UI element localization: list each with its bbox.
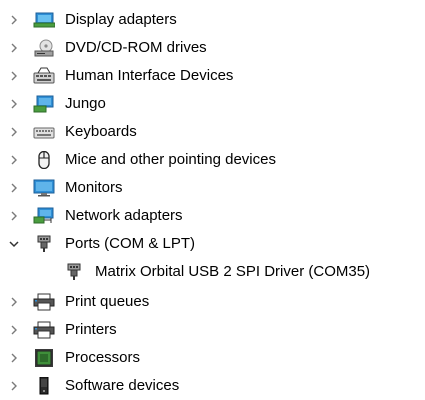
tree-child-item-matrix-orbital[interactable]: Matrix Orbital USB 2 SPI Driver (COM35) — [0, 258, 420, 286]
monitor-icon — [33, 179, 55, 197]
tree-item-label: Print queues — [65, 293, 150, 310]
tree-item-label: Ports (COM & LPT) — [65, 235, 196, 252]
chevron-down-icon[interactable] — [8, 238, 20, 250]
tree-item-software-devices[interactable]: Software devices — [0, 372, 230, 400]
chevron-right-icon[interactable] — [8, 296, 20, 308]
chevron-right-icon[interactable] — [8, 126, 20, 138]
display-adapter-icon — [33, 12, 55, 28]
chevron-right-icon[interactable] — [8, 42, 20, 54]
tree-item-label: Monitors — [65, 179, 123, 196]
software-device-icon — [39, 377, 49, 395]
tree-item-label: Printers — [65, 321, 117, 338]
port-connector-icon — [37, 235, 51, 252]
print-queue-icon — [33, 293, 55, 311]
chevron-right-icon[interactable] — [8, 182, 20, 194]
tree-item-label: Network adapters — [65, 207, 183, 224]
printer-icon — [33, 321, 55, 339]
chevron-right-icon[interactable] — [8, 324, 20, 336]
chevron-right-icon[interactable] — [8, 98, 20, 110]
port-connector-icon — [67, 263, 81, 280]
tree-item-jungo[interactable]: Jungo — [0, 90, 150, 118]
tree-item-label: Software devices — [65, 377, 180, 394]
tree-item-label: Matrix Orbital USB 2 SPI Driver (COM35) — [95, 263, 371, 280]
tree-item-mice-and-pointing-devices[interactable]: Mice and other pointing devices — [0, 146, 340, 174]
chevron-right-icon[interactable] — [8, 380, 20, 392]
tree-item-label: Processors — [65, 349, 141, 366]
jungo-monitor-icon — [33, 95, 54, 113]
processor-icon — [35, 349, 53, 367]
tree-item-label: DVD/CD-ROM drives — [65, 39, 207, 56]
tree-item-label: Jungo — [65, 95, 106, 112]
mouse-icon — [38, 151, 50, 169]
tree-item-processors[interactable]: Processors — [0, 344, 180, 372]
network-adapter-icon — [33, 207, 54, 224]
tree-item-label: Human Interface Devices — [65, 67, 234, 84]
tree-item-keyboards[interactable]: Keyboards — [0, 118, 180, 146]
keyboard-icon — [33, 127, 55, 139]
device-tree: Display adapters DVD/CD-ROM drives Human… — [0, 0, 425, 399]
chevron-right-icon[interactable] — [8, 352, 20, 364]
tree-item-label: Display adapters — [65, 11, 177, 28]
dvd-drive-icon — [34, 39, 54, 57]
tree-item-human-interface-devices[interactable]: Human Interface Devices — [0, 62, 300, 90]
tree-item-dvd-cdrom-drives[interactable]: DVD/CD-ROM drives — [0, 34, 260, 62]
tree-item-network-adapters[interactable]: Network adapters — [0, 202, 230, 230]
chevron-right-icon[interactable] — [8, 210, 20, 222]
tree-item-label: Mice and other pointing devices — [65, 151, 276, 168]
tree-item-print-queues[interactable]: Print queues — [0, 288, 190, 316]
hid-icon — [33, 67, 55, 84]
tree-item-ports-com-lpt[interactable]: Ports (COM & LPT) — [0, 230, 240, 258]
tree-item-display-adapters[interactable]: Display adapters — [0, 6, 230, 34]
chevron-right-icon[interactable] — [8, 70, 20, 82]
tree-item-label: Keyboards — [65, 123, 137, 140]
chevron-right-icon[interactable] — [8, 154, 20, 166]
tree-item-printers[interactable]: Printers — [0, 316, 160, 344]
chevron-right-icon[interactable] — [8, 14, 20, 26]
tree-item-monitors[interactable]: Monitors — [0, 174, 160, 202]
